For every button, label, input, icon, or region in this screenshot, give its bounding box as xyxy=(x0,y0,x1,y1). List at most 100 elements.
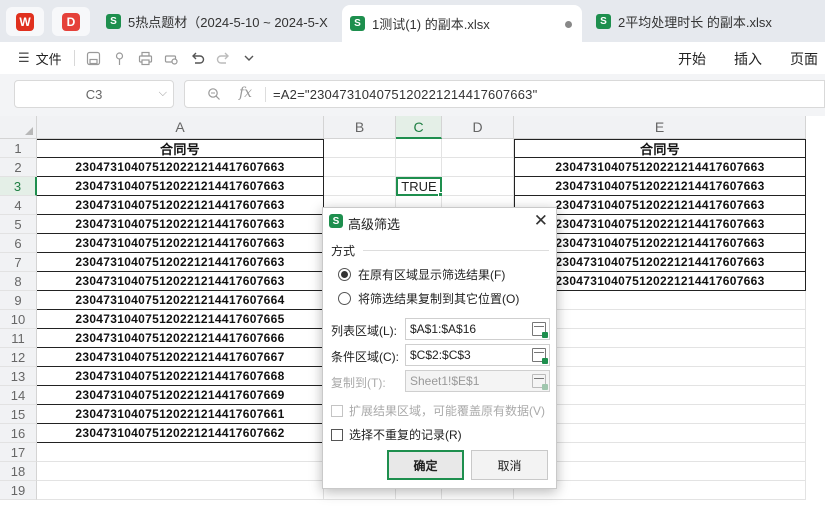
chevron-down-icon[interactable]: ⌵ xyxy=(159,87,167,100)
cell-a2[interactable]: 230473104075120221214417607663 xyxy=(37,158,324,177)
cell-e15[interactable] xyxy=(514,405,806,424)
fx-icon[interactable]: fx xyxy=(239,85,252,101)
cell-e16[interactable] xyxy=(514,424,806,443)
cell-c2[interactable] xyxy=(396,158,442,177)
cell-a9[interactable]: 230473104075120221214417607664 xyxy=(37,291,324,310)
radio-filter-in-place[interactable]: 在原有区域显示筛选结果(F) xyxy=(338,266,505,283)
column-header-a[interactable]: A xyxy=(37,116,324,139)
row-header-16[interactable]: 16 xyxy=(0,424,37,443)
row-header-6[interactable]: 6 xyxy=(0,234,37,253)
radio-selected-icon[interactable] xyxy=(338,268,351,281)
cell-a15[interactable]: 230473104075120221214417607661 xyxy=(37,405,324,424)
row-header-19[interactable]: 19 xyxy=(0,481,37,500)
cell-e17[interactable] xyxy=(514,443,806,462)
print-preview-button[interactable] xyxy=(164,48,179,68)
cell-e9[interactable] xyxy=(514,291,806,310)
cell-d3[interactable] xyxy=(442,177,514,196)
column-header-e[interactable]: E xyxy=(514,116,806,139)
row-header-13[interactable]: 13 xyxy=(0,367,37,386)
row-header-1[interactable]: 1 xyxy=(0,139,37,158)
selected-cell-c3[interactable]: TRUE xyxy=(396,177,442,196)
cell-e12[interactable] xyxy=(514,348,806,367)
cell-d2[interactable] xyxy=(442,158,514,177)
cell-b2[interactable] xyxy=(324,158,396,177)
cancel-button[interactable]: 取消 xyxy=(471,450,548,480)
radio-unselected-icon[interactable] xyxy=(338,292,351,305)
checkbox-icon[interactable] xyxy=(331,428,343,441)
pdf-app-button[interactable]: D xyxy=(52,7,90,36)
column-header-b[interactable]: B xyxy=(324,116,396,139)
row-header-12[interactable]: 12 xyxy=(0,348,37,367)
cell-e14[interactable] xyxy=(514,386,806,405)
select-all-corner[interactable] xyxy=(0,116,37,139)
cell-a3[interactable]: 230473104075120221214417607663 xyxy=(37,177,324,196)
cell-a18[interactable] xyxy=(37,462,324,481)
cell-e19[interactable] xyxy=(514,481,806,500)
zoom-search-icon[interactable] xyxy=(207,87,221,104)
cell-e8[interactable]: 230473104075120221214417607663 xyxy=(514,272,806,291)
row-header-9[interactable]: 9 xyxy=(0,291,37,310)
wps-logo-button[interactable]: W xyxy=(6,7,44,36)
cell-e1[interactable]: 合同号 xyxy=(514,139,806,158)
cell-b3[interactable] xyxy=(324,177,396,196)
row-header-4[interactable]: 4 xyxy=(0,196,37,215)
close-icon[interactable]: ✕ xyxy=(534,211,548,231)
redo-button[interactable] xyxy=(216,48,231,68)
cell-d1[interactable] xyxy=(442,139,514,158)
tab-hotspot-topics[interactable]: S 5热点题材（2024-5-10 ~ 2024-5-X) xyxy=(98,7,336,36)
tab-test-copy[interactable]: S 1测试(1) 的副本.xlsx xyxy=(342,5,582,42)
cell-e7[interactable]: 230473104075120221214417607663 xyxy=(514,253,806,272)
ok-button[interactable]: 确定 xyxy=(387,450,464,480)
cell-e5[interactable]: 230473104075120221214417607663 xyxy=(514,215,806,234)
cell-e4[interactable]: 230473104075120221214417607663 xyxy=(514,196,806,215)
range-picker-icon[interactable] xyxy=(532,348,548,364)
cell-a7[interactable]: 230473104075120221214417607663 xyxy=(37,253,324,272)
cell-a11[interactable]: 230473104075120221214417607666 xyxy=(37,329,324,348)
menu-page[interactable]: 页面 xyxy=(790,49,818,69)
row-header-3[interactable]: 3 xyxy=(0,177,37,196)
cell-e10[interactable] xyxy=(514,310,806,329)
cell-e6[interactable]: 230473104075120221214417607663 xyxy=(514,234,806,253)
row-header-7[interactable]: 7 xyxy=(0,253,37,272)
dialog-title-bar[interactable]: S 高级筛选 ✕ xyxy=(323,208,556,234)
row-header-8[interactable]: 8 xyxy=(0,272,37,291)
cell-a1[interactable]: 合同号 xyxy=(37,139,324,158)
cell-a8[interactable]: 230473104075120221214417607663 xyxy=(37,272,324,291)
cell-e2[interactable]: 230473104075120221214417607663 xyxy=(514,158,806,177)
column-header-c[interactable]: C xyxy=(396,116,442,139)
cell-c1[interactable] xyxy=(396,139,442,158)
cell-a13[interactable]: 230473104075120221214417607668 xyxy=(37,367,324,386)
cell-a16[interactable]: 230473104075120221214417607662 xyxy=(37,424,324,443)
print-button[interactable] xyxy=(138,48,153,68)
save-button[interactable] xyxy=(86,48,101,68)
unique-records-checkbox[interactable]: 选择不重复的记录(R) xyxy=(331,426,462,443)
cell-e11[interactable] xyxy=(514,329,806,348)
cell-e3[interactable]: 230473104075120221214417607663 xyxy=(514,177,806,196)
row-header-14[interactable]: 14 xyxy=(0,386,37,405)
row-header-5[interactable]: 5 xyxy=(0,215,37,234)
radio-copy-to-location[interactable]: 将筛选结果复制到其它位置(O) xyxy=(338,290,519,307)
cell-a5[interactable]: 230473104075120221214417607663 xyxy=(37,215,324,234)
column-header-d[interactable]: D xyxy=(442,116,514,139)
cell-a12[interactable]: 230473104075120221214417607667 xyxy=(37,348,324,367)
formula-input[interactable]: fx =A2="230473104075120221214417607663" xyxy=(184,80,825,108)
cell-a17[interactable] xyxy=(37,443,324,462)
row-header-11[interactable]: 11 xyxy=(0,329,37,348)
cell-a14[interactable]: 230473104075120221214417607669 xyxy=(37,386,324,405)
menu-insert[interactable]: 插入 xyxy=(734,49,762,69)
range-picker-icon[interactable] xyxy=(532,322,548,338)
cell-a10[interactable]: 230473104075120221214417607665 xyxy=(37,310,324,329)
more-dropdown-button[interactable] xyxy=(242,48,256,68)
tab-avg-time-copy[interactable]: S 2平均处理时长 的副本.xlsx xyxy=(588,7,825,36)
row-header-2[interactable]: 2 xyxy=(0,158,37,177)
cell-a6[interactable]: 230473104075120221214417607663 xyxy=(37,234,324,253)
undo-button[interactable] xyxy=(190,48,205,68)
criteria-range-field[interactable]: $C$2:$C$3 xyxy=(405,344,550,366)
row-header-18[interactable]: 18 xyxy=(0,462,37,481)
cell-e18[interactable] xyxy=(514,462,806,481)
share-button[interactable] xyxy=(112,48,127,68)
cell-a19[interactable] xyxy=(37,481,324,500)
name-box[interactable]: C3 ⌵ xyxy=(14,80,174,108)
row-header-10[interactable]: 10 xyxy=(0,310,37,329)
list-range-field[interactable]: $A$1:$A$16 xyxy=(405,318,550,340)
